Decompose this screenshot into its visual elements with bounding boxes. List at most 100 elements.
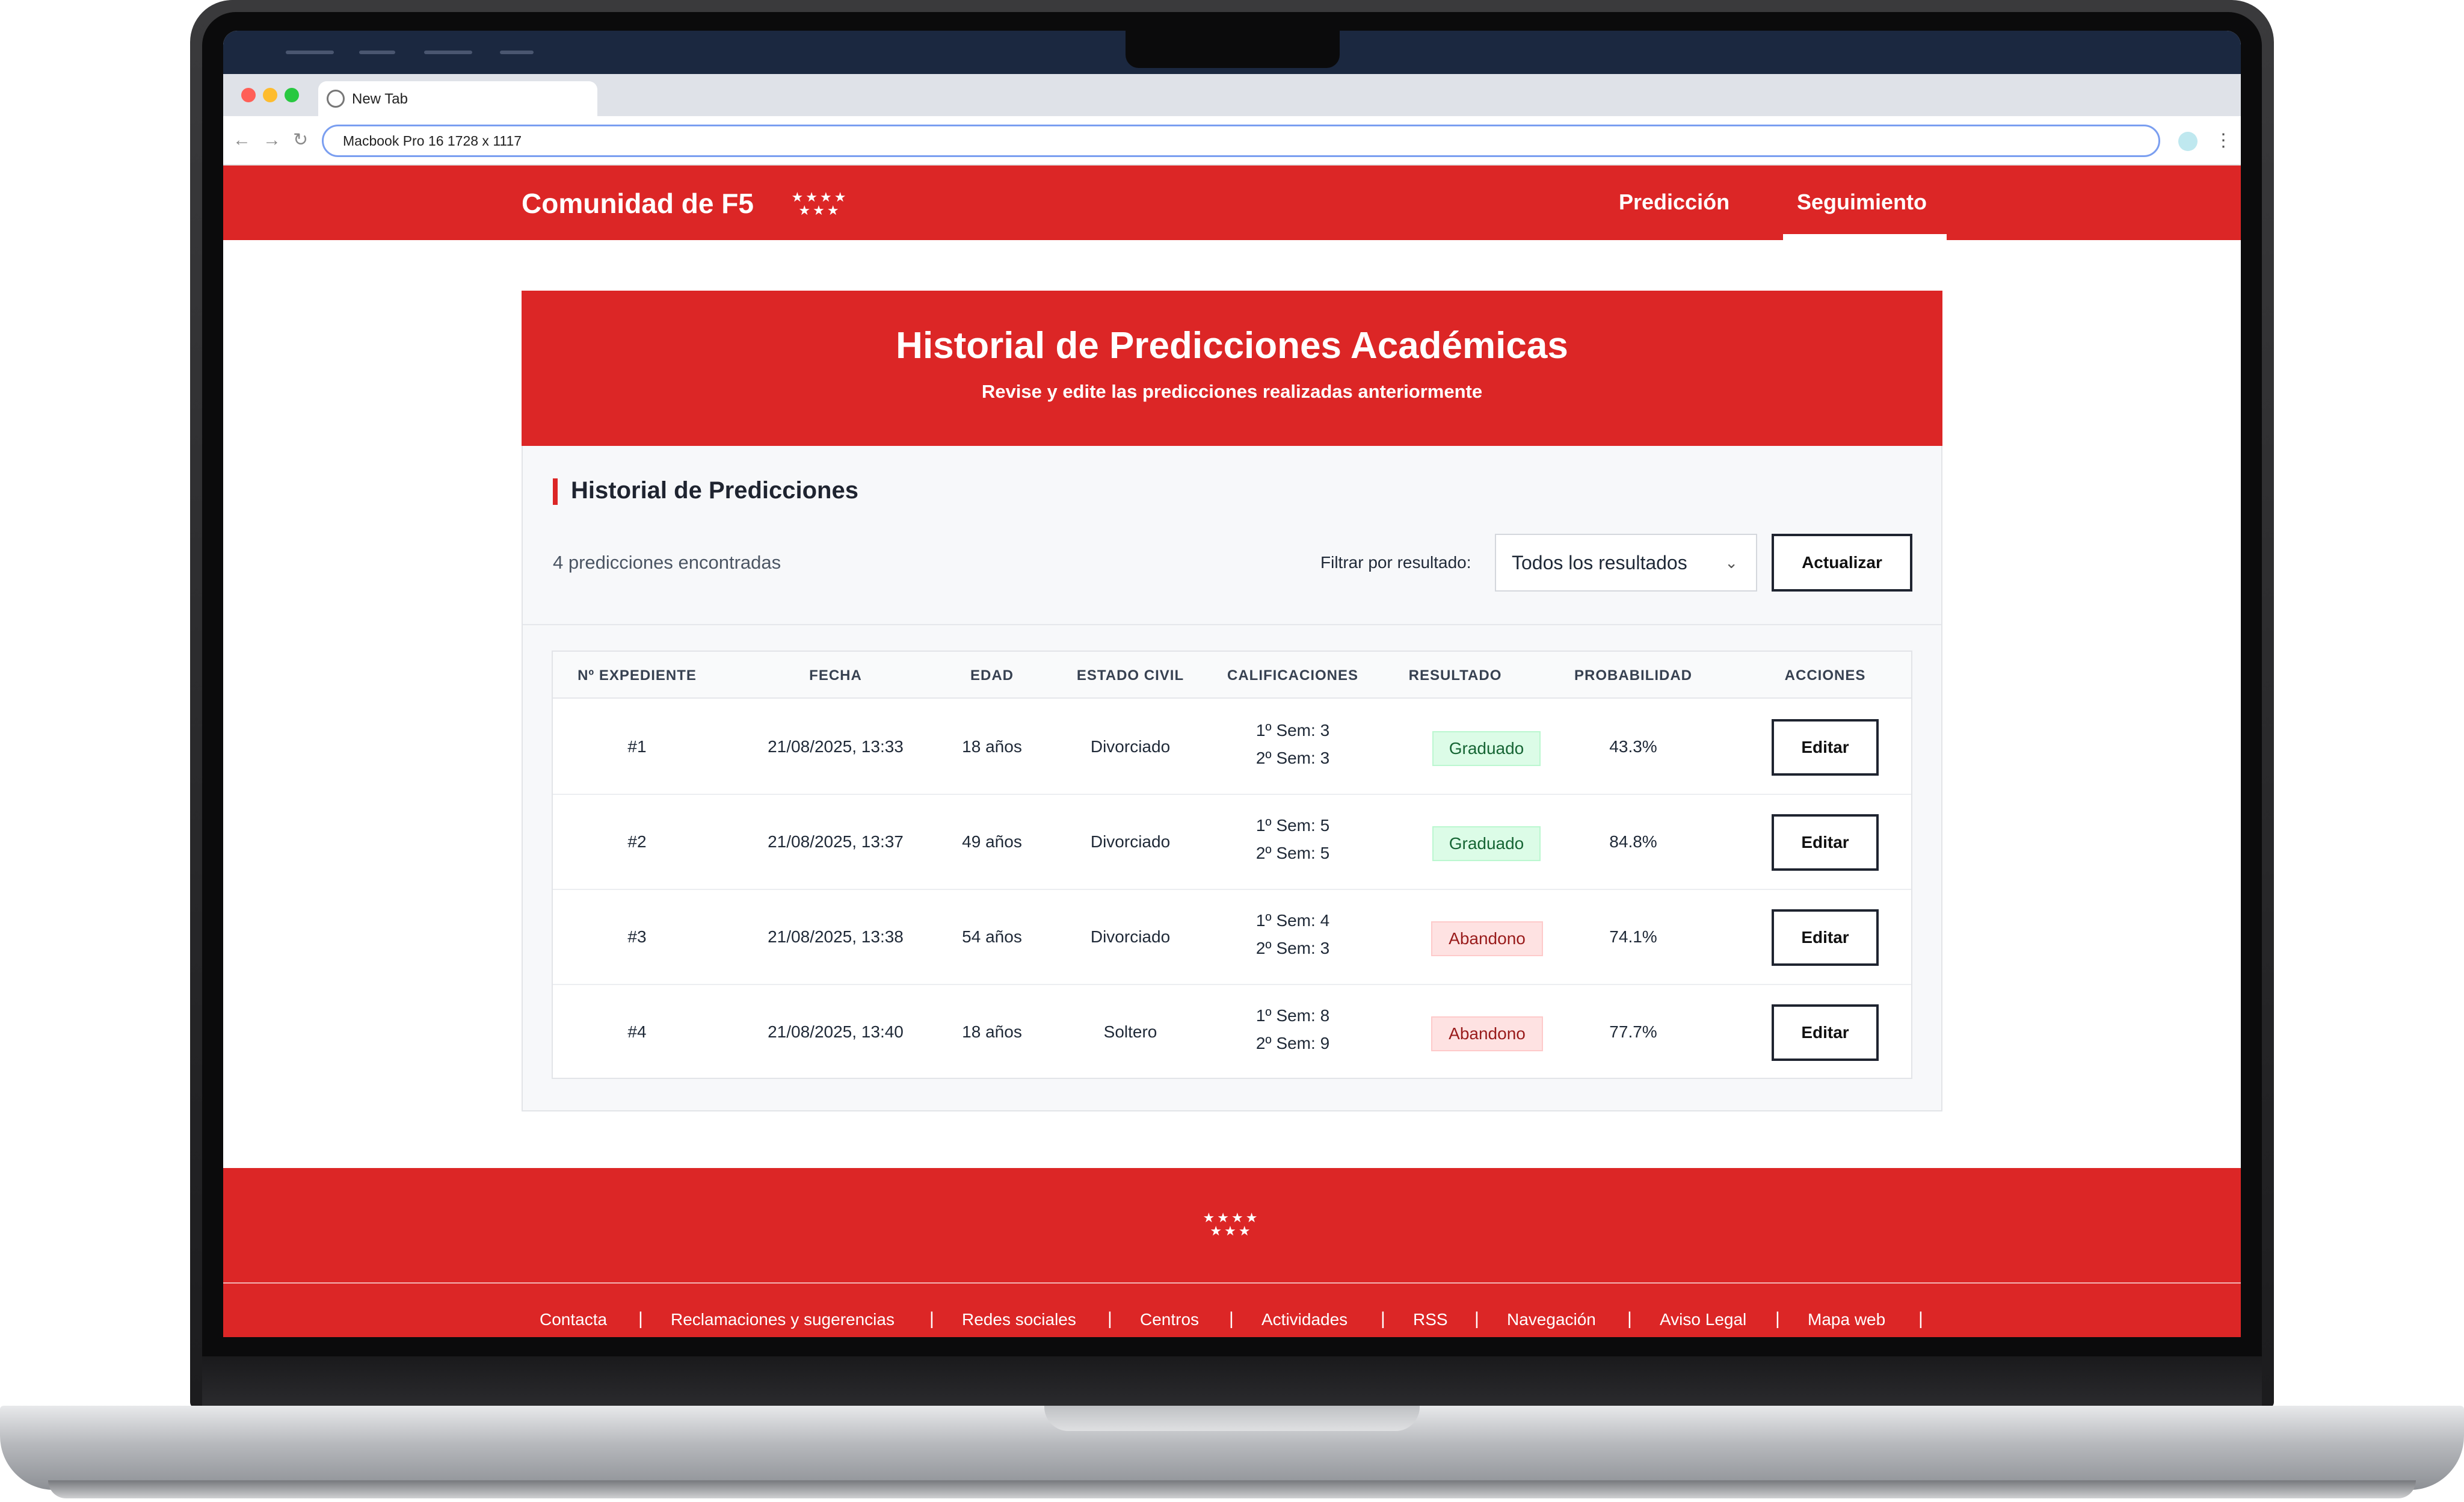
browser-tab[interactable]: New Tab: [318, 81, 597, 116]
cell-id: #3: [627, 927, 647, 946]
nav-active-indicator: [1783, 234, 1947, 240]
window-close-button[interactable]: [241, 88, 256, 102]
footer-link[interactable]: Contacta: [540, 1310, 607, 1329]
section-title: Historial de Predicciones: [571, 477, 858, 504]
status-badge: Abandono: [1431, 1016, 1543, 1051]
window-minimize-button[interactable]: [263, 88, 277, 102]
column-header: FECHA: [809, 667, 862, 684]
page-subtitle: Revise y edite las predicciones realizad…: [981, 381, 1483, 402]
column-header: RESULTADO: [1408, 667, 1502, 684]
stars-icon: ★★★★ ★★★: [1203, 1210, 1260, 1238]
edit-button[interactable]: Editar: [1772, 909, 1879, 966]
status-badge: Graduado: [1432, 731, 1541, 766]
nav-seguimiento[interactable]: Seguimiento: [1797, 190, 1927, 215]
results-count: 4 predicciones encontradas: [553, 552, 781, 573]
menu-placeholder[interactable]: [286, 51, 334, 54]
cell-date: 21/08/2025, 13:38: [768, 927, 904, 946]
cell-id: #2: [627, 832, 647, 851]
column-header: PROBABILIDAD: [1574, 667, 1692, 684]
cell-probability: 43.3%: [1609, 737, 1657, 756]
footer-link[interactable]: Reclamaciones y sugerencias: [671, 1310, 895, 1329]
column-header: CALIFICACIONES: [1227, 667, 1358, 684]
table-row: #4 21/08/2025, 13:40 18 años Soltero 1º …: [553, 985, 1911, 1080]
globe-icon: [327, 90, 345, 108]
grade-sem2: 2º Sem: 5: [1255, 844, 1330, 862]
cell-civil-status: Divorciado: [1090, 927, 1171, 946]
screen: New Tab ← → ↻ Macbook Pro 16 1728 x 1117…: [223, 31, 2241, 1337]
grade-sem2: 2º Sem: 3: [1255, 749, 1330, 767]
apple-logo-icon[interactable]: [241, 39, 265, 63]
cell-date: 21/08/2025, 13:40: [768, 1022, 904, 1041]
nav-prediccion[interactable]: Predicción: [1619, 190, 1729, 215]
stars-icon[interactable]: ★★★★ ★★★: [787, 191, 852, 217]
window-zoom-button[interactable]: [285, 88, 299, 102]
cell-date: 21/08/2025, 13:33: [768, 737, 904, 756]
cell-grades: 1º Sem: 5 2º Sem: 5: [1233, 812, 1353, 867]
grade-sem2: 2º Sem: 3: [1255, 939, 1330, 957]
cell-probability: 77.7%: [1609, 1022, 1657, 1041]
browser-toolbar: ← → ↻ Macbook Pro 16 1728 x 1117 ⋮: [223, 116, 2241, 165]
footer-link[interactable]: Aviso Legal: [1660, 1310, 1746, 1329]
footer-link[interactable]: Mapa web: [1808, 1310, 1885, 1329]
cell-age: 18 años: [962, 737, 1022, 756]
forward-arrow-icon[interactable]: →: [263, 128, 281, 152]
cell-id: #4: [627, 1022, 647, 1041]
edit-button[interactable]: Editar: [1772, 719, 1879, 776]
reload-icon[interactable]: ↻: [293, 128, 308, 152]
back-arrow-icon[interactable]: ←: [233, 128, 251, 152]
status-badge: Graduado: [1432, 826, 1541, 861]
footer-link[interactable]: Centros: [1140, 1310, 1199, 1329]
table-header: Nº EXPEDIENTE FECHA EDAD ESTADO CIVIL CA…: [553, 652, 1911, 699]
browser-menu-icon[interactable]: ⋮: [2214, 127, 2232, 155]
cell-civil-status: Divorciado: [1090, 737, 1171, 756]
laptop-base-edge: [48, 1480, 2416, 1498]
footer-separator: |: [1627, 1309, 1632, 1329]
footer-link[interactable]: RSS: [1413, 1310, 1448, 1329]
predictions-table: Nº EXPEDIENTE FECHA EDAD ESTADO CIVIL CA…: [552, 651, 1912, 1079]
refresh-button[interactable]: Actualizar: [1772, 534, 1912, 592]
grade-sem1: 1º Sem: 3: [1255, 721, 1330, 740]
menu-placeholder[interactable]: [424, 51, 472, 54]
status-badge: Abandono: [1431, 921, 1543, 956]
cell-grades: 1º Sem: 8 2º Sem: 9: [1233, 1002, 1353, 1057]
footer-link[interactable]: Redes sociales: [962, 1310, 1076, 1329]
menu-placeholder[interactable]: [359, 51, 395, 54]
address-bar[interactable]: Macbook Pro 16 1728 x 1117: [322, 125, 2160, 157]
footer-separator: |: [638, 1309, 643, 1329]
site-brand[interactable]: Comunidad de F5: [522, 187, 754, 220]
history-panel: Historial de Predicciones 4 predicciones…: [522, 446, 1942, 1111]
grade-sem1: 1º Sem: 4: [1255, 911, 1330, 930]
footer-link[interactable]: Actividades: [1261, 1310, 1348, 1329]
table-row: #1 21/08/2025, 13:33 18 años Divorciado …: [553, 700, 1911, 795]
menu-placeholder[interactable]: [500, 51, 534, 54]
footer-separator: |: [1775, 1309, 1780, 1329]
footer-separator: |: [1107, 1309, 1112, 1329]
column-header: ESTADO CIVIL: [1076, 667, 1184, 684]
table-row: #2 21/08/2025, 13:37 49 años Divorciado …: [553, 795, 1911, 890]
cell-date: 21/08/2025, 13:37: [768, 832, 904, 851]
column-header: Nº EXPEDIENTE: [578, 667, 697, 684]
edit-button[interactable]: Editar: [1772, 814, 1879, 871]
cell-age: 49 años: [962, 832, 1022, 851]
site-footer: ★★★★ ★★★ Contacta | Reclamaciones y suger…: [223, 1168, 2241, 1337]
divider: [523, 624, 1941, 625]
footer-separator: |: [1229, 1309, 1234, 1329]
cell-id: #1: [627, 737, 647, 756]
footer-divider: [223, 1282, 2241, 1284]
column-header: EDAD: [970, 667, 1014, 684]
filter-selected-value: Todos los resultados: [1512, 552, 1687, 573]
extension-icon[interactable]: [2178, 132, 2198, 151]
laptop-hinge: [202, 1356, 2262, 1408]
table-row: #3 21/08/2025, 13:38 54 años Divorciado …: [553, 890, 1911, 985]
grade-sem1: 1º Sem: 5: [1255, 816, 1330, 835]
grade-sem2: 2º Sem: 9: [1255, 1034, 1330, 1052]
cell-civil-status: Divorciado: [1090, 832, 1171, 851]
result-filter-select[interactable]: Todos los resultados ⌄: [1495, 534, 1757, 592]
footer-link[interactable]: Navegación: [1507, 1310, 1596, 1329]
cell-civil-status: Soltero: [1103, 1022, 1157, 1041]
footer-links: Contacta | Reclamaciones y sugerencias |…: [223, 1309, 2241, 1334]
page-title: Historial de Predicciones Académicas: [896, 325, 1568, 366]
laptop-mockup: New Tab ← → ↻ Macbook Pro 16 1728 x 1117…: [0, 0, 2464, 1502]
camera-notch: [1126, 31, 1340, 68]
edit-button[interactable]: Editar: [1772, 1004, 1879, 1061]
